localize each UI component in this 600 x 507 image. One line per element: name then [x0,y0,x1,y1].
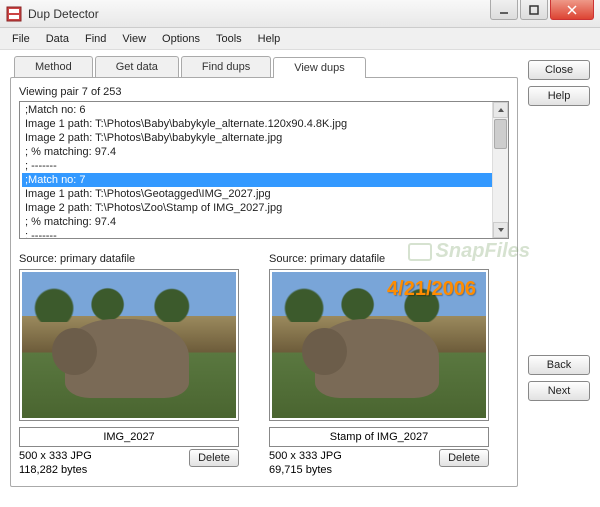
listbox-scrollbar[interactable] [492,102,508,238]
list-line[interactable]: Image 1 path: T:\Photos\Geotagged\IMG_20… [22,187,506,201]
left-delete-button[interactable]: Delete [189,449,239,467]
minimize-button[interactable] [490,0,518,20]
tab-find-dups[interactable]: Find dups [181,56,271,77]
menubar: File Data Find View Options Tools Help [0,28,600,50]
list-line[interactable]: Image 2 path: T:\Photos\Baby\babykyle_al… [22,131,506,145]
list-line[interactable]: ; % matching: 97.4 [22,215,506,229]
menu-file[interactable]: File [4,30,38,48]
list-line[interactable]: Image 2 path: T:\Photos\Zoo\Stamp of IMG… [22,201,506,215]
tab-method[interactable]: Method [14,56,93,77]
close-button[interactable]: Close [528,60,590,80]
match-listbox[interactable]: ;Match no: 6Image 1 path: T:\Photos\Baby… [19,101,509,239]
right-filename: Stamp of IMG_2027 [269,427,489,447]
window-title: Dup Detector [28,7,99,21]
left-dimensions: 500 x 333 JPG [19,449,92,463]
scroll-up-button[interactable] [493,102,508,118]
help-button[interactable]: Help [528,86,590,106]
menu-options[interactable]: Options [154,30,208,48]
next-button[interactable]: Next [528,381,590,401]
left-image [22,272,236,418]
tab-get-data[interactable]: Get data [95,56,179,77]
scroll-down-button[interactable] [493,222,508,238]
scroll-thumb[interactable] [494,119,507,149]
right-dimensions: 500 x 333 JPG [269,449,342,463]
list-line[interactable]: ;Match no: 6 [22,103,506,117]
back-button[interactable]: Back [528,355,590,375]
menu-data[interactable]: Data [38,30,77,48]
left-image-frame[interactable] [19,269,239,421]
list-line[interactable]: ; % matching: 97.4 [22,145,506,159]
app-icon [6,6,22,22]
date-stamp-overlay: 4/21/2006 [387,278,476,301]
right-filesize: 69,715 bytes [269,463,342,477]
list-line[interactable]: ;Match no: 7 [22,173,506,187]
menu-tools[interactable]: Tools [208,30,250,48]
left-filesize: 118,282 bytes [19,463,92,477]
menu-find[interactable]: Find [77,30,114,48]
list-line[interactable]: ; ------- [22,159,506,173]
right-source-label: Source: primary datafile [269,253,489,265]
list-line[interactable]: ; ------- [22,229,506,239]
tab-view-dups[interactable]: View dups [273,57,366,78]
left-filename: IMG_2027 [19,427,239,447]
list-line[interactable]: Image 1 path: T:\Photos\Baby\babykyle_al… [22,117,506,131]
right-image-frame[interactable]: 4/21/2006 [269,269,489,421]
right-image: 4/21/2006 [272,272,486,418]
maximize-button[interactable] [520,0,548,20]
right-image-panel: Source: primary datafile 4/21/2006 Stamp… [269,253,489,478]
titlebar: Dup Detector [0,0,600,28]
close-window-button[interactable] [550,0,594,20]
left-image-panel: Source: primary datafile IMG_2027 500 x … [19,253,239,478]
pair-counter: Viewing pair 7 of 253 [19,86,509,98]
menu-help[interactable]: Help [250,30,289,48]
left-source-label: Source: primary datafile [19,253,239,265]
menu-view[interactable]: View [114,30,154,48]
tab-strip: Method Get data Find dups View dups [14,56,518,77]
right-delete-button[interactable]: Delete [439,449,489,467]
tab-pane: Viewing pair 7 of 253 ;Match no: 6Image … [10,77,518,487]
